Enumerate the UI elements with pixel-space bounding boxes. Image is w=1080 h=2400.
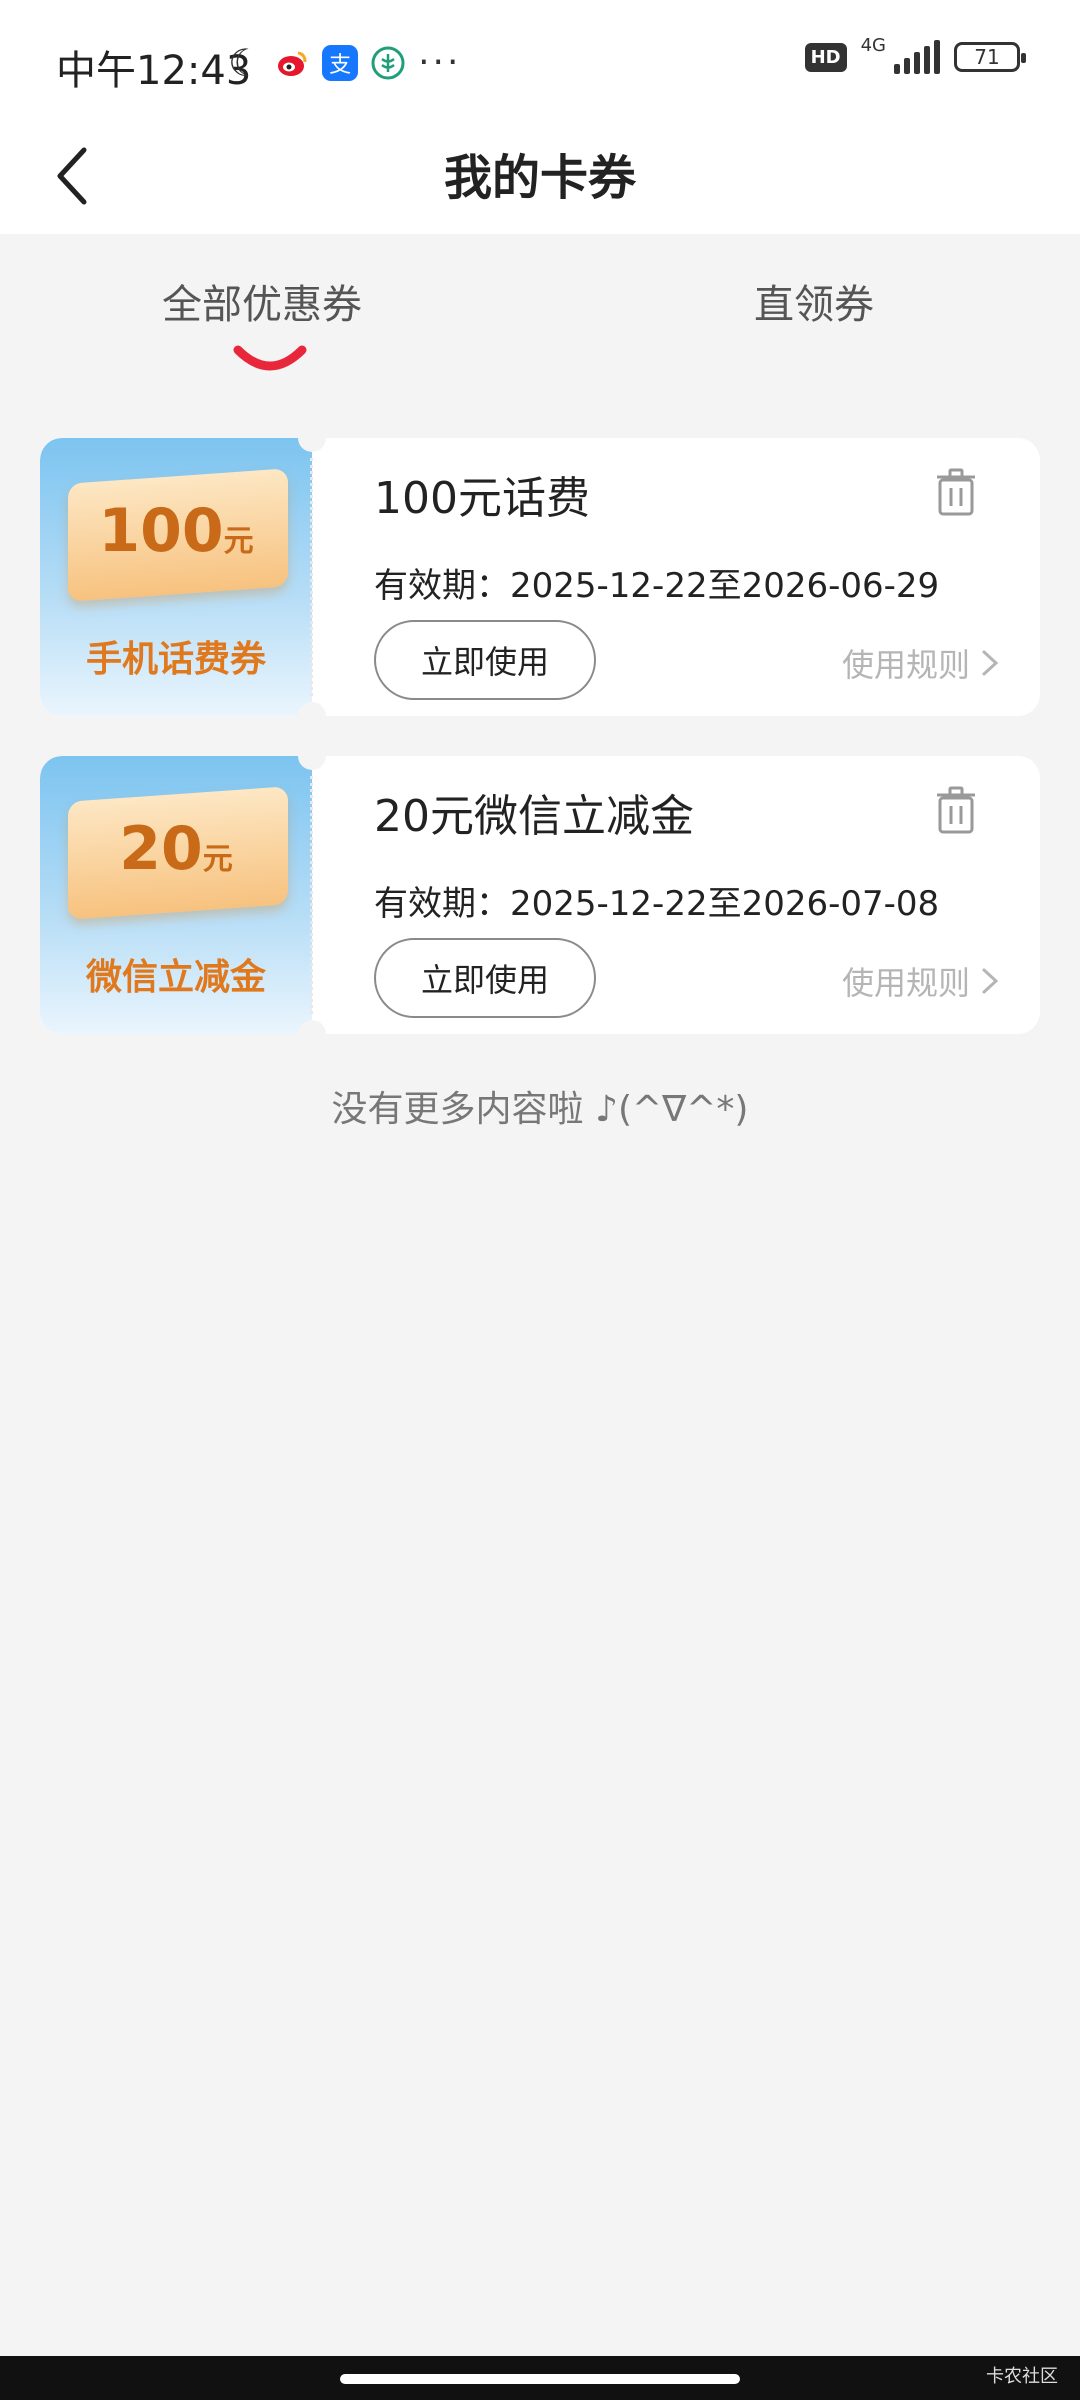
home-indicator[interactable] (340, 2374, 740, 2384)
trash-icon[interactable] (936, 786, 976, 834)
battery-icon: 71 (954, 42, 1026, 72)
network-type: 4G (860, 34, 886, 56)
thumb-amount-unit: 元 (223, 524, 254, 559)
bank-icon (370, 44, 407, 81)
alipay-icon: 支 (322, 44, 359, 81)
status-time: 中午12:43 (56, 48, 252, 94)
watermark: 卡农社区 (986, 2366, 1058, 2387)
system-status: HD 4G 71 (804, 35, 1026, 74)
coupon-validity: 有效期：2025-12-22至2026-06-29 (374, 566, 940, 606)
thumb-amount: 100元 (40, 496, 312, 566)
trash-icon[interactable] (936, 468, 976, 516)
tab-all-coupons[interactable]: 全部优惠券 (162, 272, 362, 330)
thumb-amount: 20元 (40, 814, 312, 884)
no-more-content-text: 没有更多内容啦 ♪(^∇^*) (331, 1089, 749, 1130)
thumb-amount-value: 20 (119, 814, 203, 884)
usage-rules-label: 使用规则 (841, 646, 970, 684)
thumb-caption: 微信立减金 (85, 957, 266, 998)
status-bar: 中午12:43 ☾ 支 ··· HD 4G 71 (0, 0, 1080, 120)
signal-icon (894, 40, 940, 74)
battery-level: 71 (974, 45, 1000, 69)
ticket-perforation (310, 776, 313, 1014)
weibo-icon (274, 44, 311, 81)
chevron-right-icon (982, 968, 999, 994)
page-header: 我的卡券 (0, 120, 1080, 234)
ticket-perforation (310, 458, 313, 696)
coupon-title: 100元话费 (374, 473, 590, 524)
thumb-caption: 手机话费券 (85, 639, 266, 680)
notification-icons: ☾ 支 ··· (228, 42, 461, 83)
thumb-amount-unit: 元 (202, 842, 233, 877)
gesture-bar: 卡农社区 (0, 2356, 1080, 2400)
more-notifications-icon: ··· (418, 42, 462, 83)
coupon-thumbnail: 20元 微信立减金 (40, 756, 312, 1034)
usage-rules-label: 使用规则 (841, 964, 970, 1002)
hd-badge: HD (804, 42, 847, 72)
chevron-right-icon (982, 650, 999, 676)
use-now-button[interactable]: 立即使用 (374, 620, 596, 700)
coupon-thumbnail: 100元 手机话费券 (40, 438, 312, 716)
coupon-card: 100元 手机话费券 100元话费 有效期：2025-12-22至2026-06… (40, 438, 1040, 716)
coupon-card: 20元 微信立减金 20元微信立减金 有效期：2025-12-22至2026-0… (40, 756, 1040, 1034)
coupon-validity: 有效期：2025-12-22至2026-07-08 (374, 884, 940, 924)
coupon-title: 20元微信立减金 (374, 791, 694, 842)
moon-icon: ☾ (228, 40, 263, 85)
tab-direct-coupons[interactable]: 直领券 (754, 272, 874, 330)
thumb-amount-value: 100 (98, 496, 224, 566)
usage-rules-link[interactable]: 使用规则 (842, 640, 1000, 686)
page-title: 我的卡券 (443, 150, 636, 206)
usage-rules-link[interactable]: 使用规则 (842, 958, 1000, 1004)
tab-bar: 全部优惠券 直领券 (0, 262, 1080, 382)
active-tab-indicator (232, 342, 308, 382)
use-now-button[interactable]: 立即使用 (374, 938, 596, 1018)
